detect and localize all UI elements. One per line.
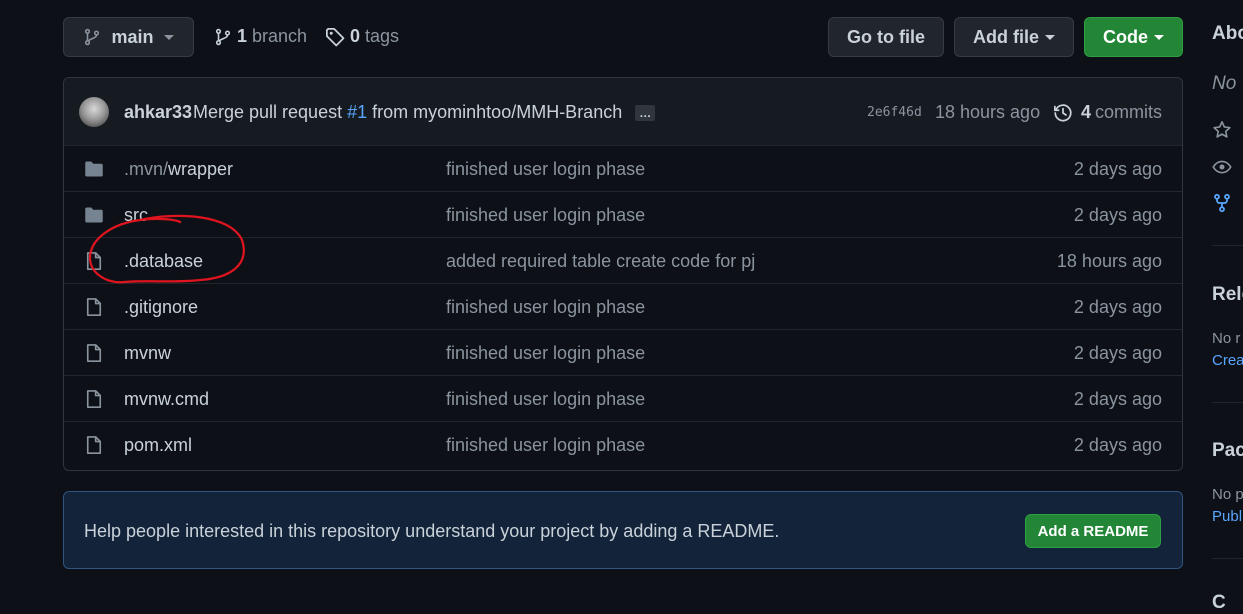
commit-label: commits	[1095, 102, 1162, 122]
releases-text: No r	[1212, 330, 1241, 347]
about-heading: Abo	[1212, 23, 1243, 44]
annotation-circle	[88, 214, 245, 284]
file-name-link[interactable]: pom.xml	[124, 435, 192, 456]
chevron-down-icon	[1045, 34, 1055, 40]
packages-text: No p	[1212, 486, 1243, 503]
packages-heading: Pac	[1212, 440, 1243, 461]
file-name: mvnw.cmd	[124, 388, 210, 409]
contributors-heading: C	[1212, 592, 1226, 613]
file-name-link[interactable]: mvnw.cmd	[124, 389, 209, 410]
expand-commit-button[interactable]: …	[635, 105, 656, 122]
commit-message-end: from myominhtoo/MMH-Branch	[372, 102, 623, 122]
repo-sidebar: Abo No Rele No r Crea Pac No p Publ C	[1212, 0, 1243, 613]
file-icon	[86, 390, 102, 408]
file-commit-message[interactable]: added required table create code for pj	[446, 251, 755, 272]
releases-heading: Rele	[1212, 284, 1243, 305]
file-commit-time: 2 days ago	[1073, 342, 1162, 363]
folder-icon	[85, 161, 103, 177]
file-commit-message[interactable]: finished user login phase	[446, 159, 645, 180]
tags-link[interactable]: 0 tags	[325, 26, 399, 47]
file-icon	[86, 298, 102, 316]
file-commit-time: 2 days ago	[1073, 296, 1162, 317]
avatar[interactable]	[79, 97, 109, 127]
readme-banner: Help people interested in this repositor…	[63, 491, 1183, 569]
code-label: Code	[1103, 26, 1148, 47]
readme-banner-text: Help people interested in this repositor…	[84, 521, 780, 541]
file-path-prefix: .mvn/	[124, 158, 169, 179]
file-row[interactable]: pom.xml finished user login phase 2 days a…	[64, 421, 1182, 468]
branch-selector-button[interactable]: main	[63, 17, 194, 57]
create-release-link[interactable]: Crea	[1212, 352, 1243, 369]
file-row[interactable]: .gitignore finished user login phase 2 day…	[64, 283, 1182, 330]
file-commit-message[interactable]: finished user login phase	[446, 297, 645, 318]
file-commit-time: 2 days ago	[1073, 204, 1162, 225]
chevron-down-icon	[163, 34, 174, 40]
file-row[interactable]: mvnw finished user login phase 2 days ago	[64, 329, 1182, 376]
code-button[interactable]: Code	[1084, 17, 1183, 57]
file-name-link[interactable]: .mvn/wrapper	[124, 159, 233, 180]
git-branch-icon	[215, 28, 231, 45]
file-commit-time: 2 days ago	[1073, 158, 1162, 179]
add-readme-button[interactable]: Add a README	[1025, 514, 1161, 548]
file-name: wrapper	[168, 158, 234, 179]
history-icon	[1053, 103, 1072, 122]
star-icon[interactable]	[1212, 120, 1232, 140]
latest-commit-bar: ahkar33 Merge pull request #1 from myomi…	[64, 78, 1182, 146]
commit-message[interactable]: Merge pull request #1 from myominhtoo/MM…	[193, 102, 656, 123]
branch-count: 1	[237, 26, 248, 46]
branches-link[interactable]: 1 branch	[214, 26, 307, 47]
commit-message-start: Merge pull request	[193, 102, 343, 122]
eye-icon[interactable]	[1212, 157, 1232, 177]
add-file-button[interactable]: Add file	[954, 17, 1074, 57]
about-text: No	[1212, 73, 1237, 94]
file-commit-message[interactable]: finished user login phase	[446, 343, 645, 364]
branch-name: main	[111, 26, 154, 47]
file-name: mvnw	[124, 342, 172, 363]
pull-request-link[interactable]: #1	[347, 102, 367, 122]
file-icon	[86, 436, 102, 454]
file-commit-message[interactable]: finished user login phase	[446, 205, 645, 226]
file-row[interactable]: .mvn/wrapper finished user login phase 2 d…	[64, 145, 1182, 192]
file-name-link[interactable]: .gitignore	[124, 297, 198, 318]
tag-count: 0	[350, 26, 361, 46]
commit-author[interactable]: ahkar33	[124, 102, 192, 123]
publish-package-link[interactable]: Publ	[1212, 508, 1242, 525]
file-name-link[interactable]: mvnw	[124, 343, 171, 364]
go-to-file-button[interactable]: Go to file	[828, 17, 944, 57]
commit-time: 18 hours ago	[935, 102, 1041, 122]
file-name: .gitignore	[124, 296, 199, 317]
file-row[interactable]: mvnw.cmd finished user login phase 2 days …	[64, 375, 1182, 422]
commit-sha[interactable]: 2e6f46d	[867, 105, 922, 120]
tag-label: tags	[365, 26, 400, 46]
commits-link[interactable]: 4 commits	[1053, 102, 1162, 123]
file-icon	[86, 344, 102, 362]
git-branch-icon	[85, 28, 100, 46]
file-name: pom.xml	[124, 434, 193, 455]
file-commit-time: 2 days ago	[1073, 434, 1162, 455]
file-commit-time: 18 hours ago	[1056, 250, 1162, 271]
file-commit-message[interactable]: finished user login phase	[446, 435, 645, 456]
add-file-label: Add file	[973, 26, 1039, 47]
go-to-file-label: Go to file	[847, 26, 925, 47]
file-commit-message[interactable]: finished user login phase	[446, 389, 645, 410]
repo-forked-icon[interactable]	[1212, 193, 1232, 213]
branch-label: branch	[252, 26, 308, 46]
tag-icon	[326, 27, 345, 46]
file-commit-time: 2 days ago	[1073, 388, 1162, 409]
commit-count: 4	[1080, 102, 1091, 122]
add-readme-label: Add a README	[1037, 522, 1149, 540]
chevron-down-icon	[1154, 34, 1164, 40]
